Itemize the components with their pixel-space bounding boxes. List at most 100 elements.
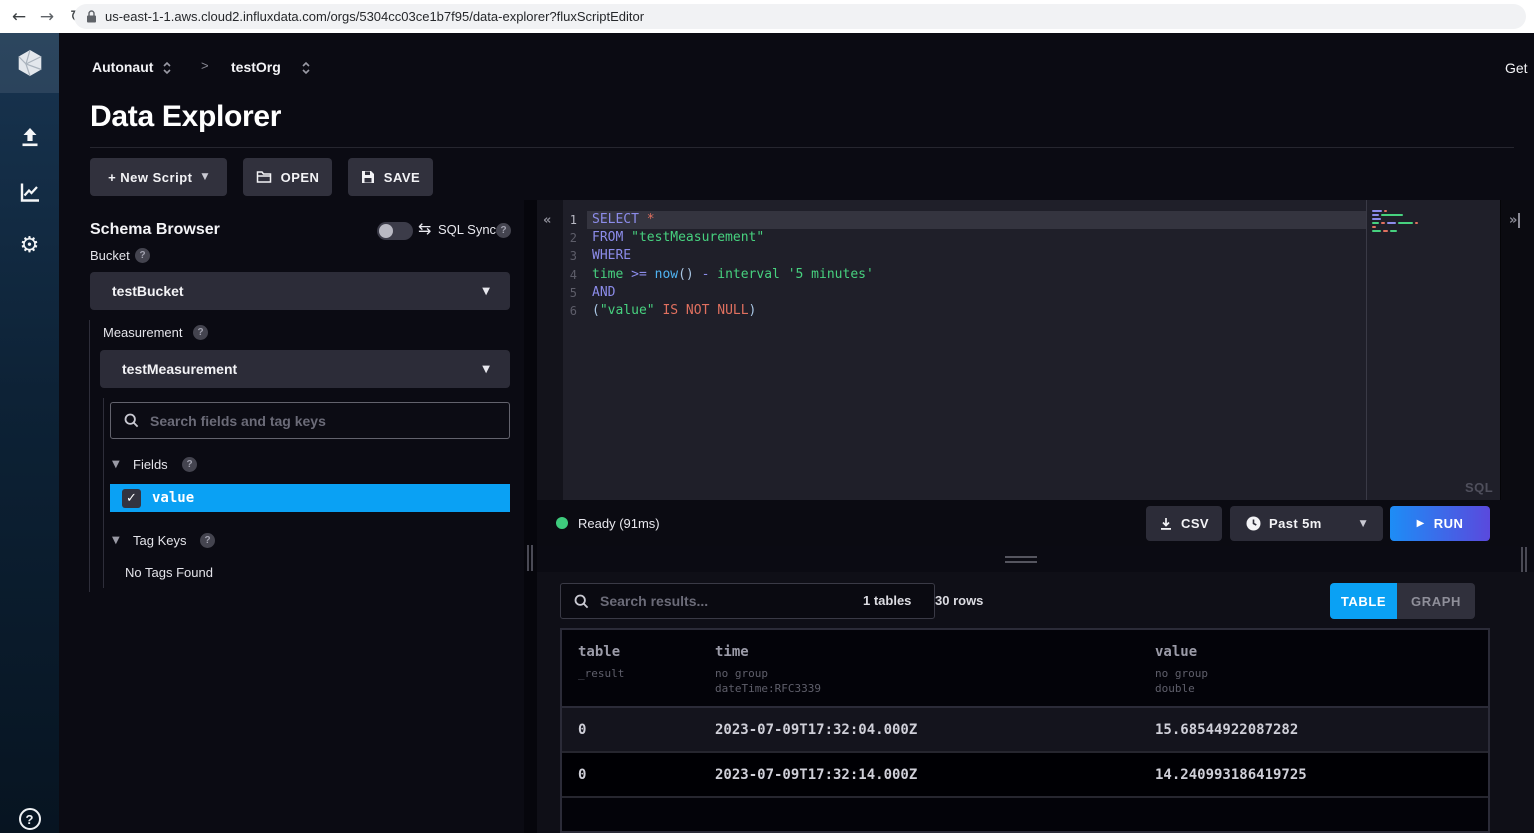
column-header: table_result bbox=[578, 644, 715, 696]
code-line[interactable]: 5AND bbox=[563, 284, 1366, 302]
sql-editor: « 1SELECT *2FROM "testMeasurement"3WHERE… bbox=[537, 200, 1534, 500]
upload-nav-button[interactable] bbox=[0, 115, 59, 159]
time-range-label: Past 5m bbox=[1269, 516, 1352, 531]
column-header: valueno groupdouble bbox=[1155, 644, 1488, 696]
measurement-value: testMeasurement bbox=[122, 361, 482, 377]
bucket-help-icon[interactable]: ? bbox=[135, 248, 150, 263]
fields-collapse-icon[interactable]: ▼ bbox=[112, 459, 120, 470]
status-text: Ready (91ms) bbox=[578, 516, 660, 531]
graph-icon bbox=[18, 180, 42, 204]
field-item-value[interactable]: ✓ value bbox=[110, 484, 510, 512]
sql-sync-label: SQL Sync bbox=[438, 222, 496, 237]
results-table: table_resulttimeno groupdateTime:RFC3339… bbox=[560, 628, 1490, 833]
time-range-dropdown[interactable]: Past 5m ▼ bbox=[1230, 506, 1383, 541]
collapse-left-icon[interactable]: « bbox=[543, 213, 551, 228]
project-switcher-icon[interactable] bbox=[162, 60, 172, 76]
breadcrumb-org[interactable]: testOrg bbox=[231, 59, 281, 75]
query-status-bar: Ready (91ms) CSV Past 5m ▼ ▶ RUN bbox=[537, 500, 1534, 546]
tab-table[interactable]: TABLE bbox=[1330, 583, 1397, 619]
schema-browser-title: Schema Browser bbox=[90, 221, 220, 239]
chevron-down-icon: ▼ bbox=[482, 286, 490, 297]
measurement-dropdown[interactable]: testMeasurement ▼ bbox=[100, 350, 510, 388]
sql-sync-toggle[interactable] bbox=[377, 222, 413, 240]
search-icon bbox=[574, 594, 589, 609]
code-line[interactable]: 3WHERE bbox=[563, 247, 1366, 265]
title-divider bbox=[90, 147, 1514, 148]
csv-label: CSV bbox=[1181, 516, 1209, 531]
save-button[interactable]: SAVE bbox=[348, 158, 433, 196]
schema-search bbox=[110, 402, 510, 439]
vertical-splitter[interactable] bbox=[524, 200, 537, 833]
search-icon bbox=[124, 413, 139, 428]
bucket-value: testBucket bbox=[112, 283, 482, 299]
no-tags-found-text: No Tags Found bbox=[125, 565, 213, 580]
editor-collapse-right-strip: » bbox=[1500, 200, 1534, 500]
url-text: us-east-1-1.aws.cloud2.influxdata.com/or… bbox=[105, 9, 644, 24]
upload-icon bbox=[18, 125, 42, 149]
browser-address-bar[interactable]: us-east-1-1.aws.cloud2.influxdata.com/or… bbox=[74, 4, 1526, 29]
table-row[interactable]: 02023-07-09T17:32:14.000Z14.240993186419… bbox=[562, 753, 1488, 798]
code-line[interactable]: 2FROM "testMeasurement" bbox=[563, 229, 1366, 247]
sql-sync-icon: ⇆ bbox=[418, 219, 431, 238]
chevron-down-icon: ▼ bbox=[1360, 519, 1367, 529]
lock-icon bbox=[86, 10, 97, 23]
collapse-right-icon[interactable]: » bbox=[1509, 213, 1520, 228]
code-lines: 1SELECT *2FROM "testMeasurement"3WHERE4t… bbox=[563, 200, 1366, 500]
breadcrumb-separator: > bbox=[201, 58, 209, 73]
gear-icon: ⚙ bbox=[20, 233, 40, 258]
tag-keys-help-icon[interactable]: ? bbox=[200, 533, 215, 548]
horizontal-splitter[interactable] bbox=[537, 546, 1534, 572]
fields-label: Fields bbox=[133, 457, 168, 472]
measurement-indent-line bbox=[89, 320, 90, 592]
data-explorer-nav-button[interactable] bbox=[0, 170, 59, 214]
browser-toolbar: ← → ↻ us-east-1-1.aws.cloud2.influxdata.… bbox=[0, 0, 1534, 33]
download-icon bbox=[1159, 517, 1173, 531]
browser-forward-button[interactable]: → bbox=[34, 4, 60, 30]
clock-icon bbox=[1246, 516, 1261, 531]
code-line[interactable]: 6("value" IS NOT NULL) bbox=[563, 302, 1366, 320]
play-icon: ▶ bbox=[1417, 518, 1425, 529]
open-button[interactable]: OPEN bbox=[243, 158, 332, 196]
editor-minimap[interactable] bbox=[1372, 210, 1492, 250]
code-line[interactable]: 1SELECT * bbox=[563, 211, 1366, 229]
fields-help-icon[interactable]: ? bbox=[182, 457, 197, 472]
rows-count: 30 rows bbox=[935, 593, 983, 608]
question-icon: ? bbox=[19, 808, 41, 830]
value-checkbox[interactable]: ✓ bbox=[122, 489, 141, 508]
csv-download-button[interactable]: CSV bbox=[1146, 506, 1222, 541]
influxdb-data-explorer: ← → ↻ us-east-1-1.aws.cloud2.influxdata.… bbox=[0, 0, 1534, 833]
results-table-body: 02023-07-09T17:32:04.000Z15.685449220872… bbox=[562, 708, 1488, 798]
language-badge: SQL bbox=[1465, 480, 1493, 495]
schema-search-input[interactable] bbox=[150, 413, 499, 429]
editor-collapse-left-strip: « bbox=[537, 200, 563, 500]
results-panel: 1 tables 30 rows TABLE GRAPH table_resul… bbox=[537, 572, 1534, 833]
fields-indent-line bbox=[103, 398, 104, 588]
tables-count: 1 tables bbox=[863, 593, 911, 608]
table-row[interactable]: 02023-07-09T17:32:04.000Z15.685449220872… bbox=[562, 708, 1488, 753]
tab-graph[interactable]: GRAPH bbox=[1397, 583, 1475, 619]
browser-back-button[interactable]: ← bbox=[6, 4, 32, 30]
results-table-header: table_resulttimeno groupdateTime:RFC3339… bbox=[562, 630, 1488, 708]
measurement-label: Measurement bbox=[103, 325, 182, 340]
run-button[interactable]: ▶ RUN bbox=[1390, 506, 1490, 541]
minimap-divider bbox=[1366, 200, 1367, 500]
help-nav-button[interactable]: ? bbox=[0, 797, 59, 833]
breadcrumb-project[interactable]: Autonaut bbox=[92, 59, 153, 75]
get-credit-link[interactable]: Get bbox=[1505, 60, 1528, 76]
value-field-label: value bbox=[152, 490, 194, 506]
app-sidebar: ⚙ ? bbox=[0, 33, 59, 833]
org-switcher-icon[interactable] bbox=[301, 60, 311, 76]
new-script-button[interactable]: + New Script ▼ bbox=[90, 158, 227, 196]
measurement-help-icon[interactable]: ? bbox=[193, 325, 208, 340]
save-icon bbox=[361, 170, 375, 184]
run-label: RUN bbox=[1434, 516, 1464, 531]
bucket-dropdown[interactable]: testBucket ▼ bbox=[90, 272, 510, 310]
column-header: timeno groupdateTime:RFC3339 bbox=[715, 644, 1155, 696]
tag-keys-collapse-icon[interactable]: ▼ bbox=[112, 535, 120, 546]
code-line[interactable]: 4time >= now() - interval '5 minutes' bbox=[563, 266, 1366, 284]
bucket-label: Bucket bbox=[90, 248, 130, 263]
save-label: SAVE bbox=[384, 170, 420, 185]
sql-sync-help-icon[interactable]: ? bbox=[496, 223, 511, 238]
settings-nav-button[interactable]: ⚙ bbox=[0, 223, 59, 267]
influxdb-logo[interactable] bbox=[0, 33, 59, 93]
